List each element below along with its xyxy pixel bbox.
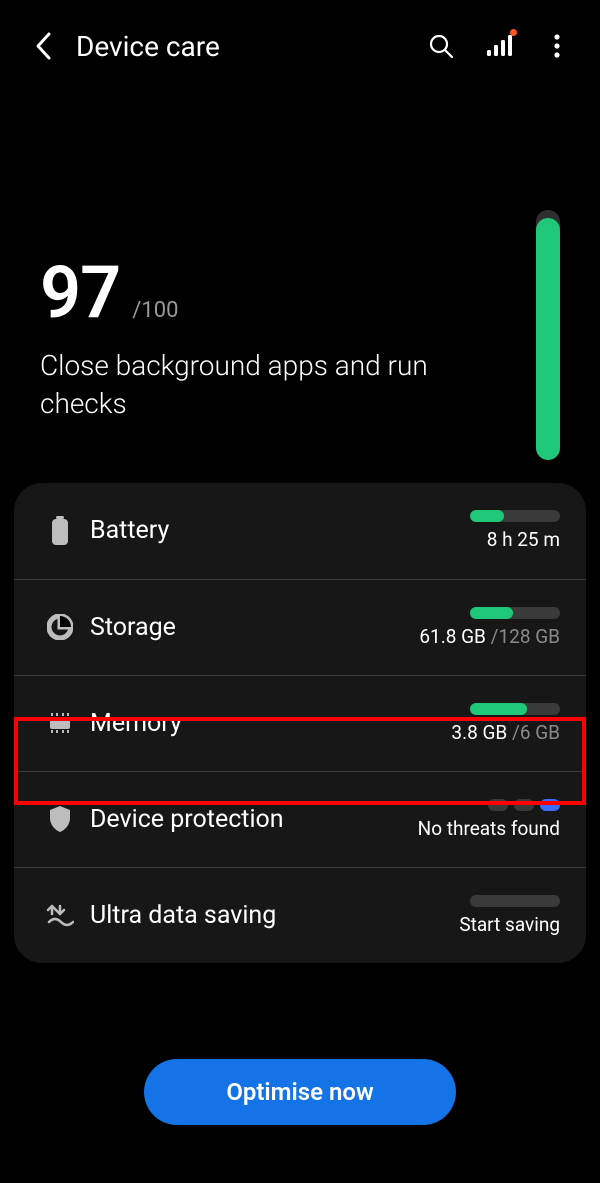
- score-message: Close background apps and run checks: [40, 347, 460, 423]
- memory-chip-icon: [46, 711, 74, 735]
- row-protection-label: Device protection: [90, 805, 380, 834]
- row-storage[interactable]: Storage 61.8 GB /128 GB: [14, 579, 586, 675]
- row-battery[interactable]: Battery 8 h 25 m: [14, 483, 586, 579]
- protection-dots: [488, 799, 560, 811]
- score-max: /100: [132, 298, 178, 323]
- battery-bar: [470, 510, 560, 522]
- signal-button[interactable]: [484, 31, 514, 61]
- row-battery-label: Battery: [90, 516, 380, 545]
- signal-bars-icon: [486, 34, 512, 58]
- row-memory[interactable]: Memory 3.8 GB /6 GB: [14, 675, 586, 771]
- optimise-button[interactable]: Optimise now: [144, 1059, 456, 1125]
- row-data-saving-value: Start saving: [459, 913, 560, 936]
- row-storage-value: 61.8 GB /128 GB: [419, 625, 560, 648]
- search-button[interactable]: [426, 31, 456, 61]
- score-value: 97: [40, 250, 120, 335]
- score-bar: [536, 210, 560, 460]
- row-memory-value: 3.8 GB /6 GB: [451, 721, 560, 744]
- row-protection[interactable]: Device protection No threats found: [14, 771, 586, 867]
- notification-dot-icon: [510, 29, 517, 36]
- data-saving-icon: [46, 902, 74, 928]
- more-button[interactable]: [542, 31, 572, 61]
- storage-icon: [47, 614, 73, 640]
- back-button[interactable]: [28, 31, 58, 61]
- page-title: Device care: [76, 30, 426, 63]
- row-storage-label: Storage: [90, 613, 380, 642]
- device-care-card: Battery 8 h 25 m Storage 61.8 GB /128 GB: [14, 483, 586, 963]
- storage-bar: [470, 607, 560, 619]
- row-protection-value: No threats found: [418, 817, 560, 840]
- battery-icon: [50, 516, 70, 546]
- app-bar-actions: [426, 31, 572, 61]
- search-icon: [428, 33, 454, 59]
- memory-bar: [470, 703, 560, 715]
- row-data-saving-label: Ultra data saving: [90, 901, 380, 930]
- score-area: 97 /100 Close background apps and run ch…: [0, 70, 600, 423]
- data-saving-bar: [470, 895, 560, 907]
- more-vert-icon: [554, 34, 560, 58]
- chevron-left-icon: [34, 31, 52, 61]
- row-memory-label: Memory: [90, 709, 380, 738]
- optimise-button-label: Optimise now: [226, 1078, 373, 1106]
- row-battery-value: 8 h 25 m: [487, 528, 560, 551]
- app-bar: Device care: [0, 0, 600, 70]
- shield-icon: [49, 805, 71, 833]
- row-data-saving[interactable]: Ultra data saving Start saving: [14, 867, 586, 963]
